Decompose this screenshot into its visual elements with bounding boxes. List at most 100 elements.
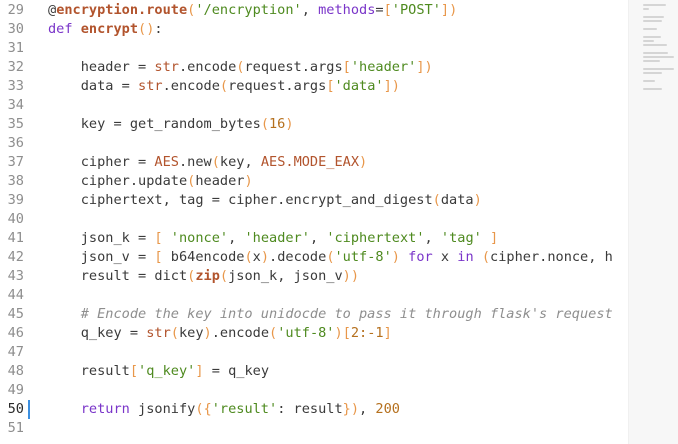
line-number: 40	[7, 211, 24, 227]
code-token: json_v	[48, 249, 139, 265]
code-line[interactable]: 41 json_k = [ 'nonce', 'header', 'cipher…	[0, 229, 628, 248]
code-text: # Encode the key into unidocde to pass i…	[48, 305, 613, 324]
code-line[interactable]: 35 key = get_random_bytes(16)	[0, 115, 628, 134]
code-token: AES	[154, 154, 179, 170]
code-line[interactable]: 39 ciphertext, tag = cipher.encrypt_and_…	[0, 191, 628, 210]
code-line[interactable]: 49	[0, 381, 628, 400]
code-token: b64encode	[170, 249, 245, 265]
code-line[interactable]: 34	[0, 96, 628, 115]
code-text: cipher.update(header)	[48, 172, 253, 191]
line-number: 42	[7, 249, 24, 265]
code-area[interactable]: 29 @encryption.route('/encryption', metho…	[0, 0, 628, 444]
code-token: )	[391, 78, 400, 94]
code-text: return jsonify({'result': result}), 200	[48, 400, 400, 419]
code-token: 'q_key'	[138, 363, 196, 379]
code-token: ,	[424, 230, 441, 246]
code-token: dict	[154, 268, 188, 284]
code-token: .decode	[269, 249, 327, 265]
code-token: 2:-1	[350, 325, 384, 341]
line-number: 50	[7, 401, 24, 417]
code-token: (	[211, 154, 220, 170]
code-token: )	[391, 249, 400, 265]
code-token: =	[138, 268, 155, 284]
code-line[interactable]: 45 # Encode the key into unidocde to pas…	[0, 305, 628, 324]
code-line[interactable]: 48 result['q_key'] = q_key	[0, 362, 628, 381]
code-token: )	[449, 2, 458, 18]
code-token: json_k, json_v	[228, 268, 343, 284]
minimap[interactable]	[628, 0, 678, 444]
code-token: =	[129, 325, 147, 341]
code-text: header = str.encode(request.args['header…	[48, 58, 433, 77]
minimap-line	[643, 40, 654, 42]
code-token: [	[154, 230, 171, 246]
minimap-line	[643, 72, 662, 74]
code-line[interactable]: 30 def encrypt():	[0, 20, 628, 39]
code-token: (	[219, 268, 229, 284]
code-token: 'nonce'	[170, 230, 229, 246]
code-text: q_key = str(key).encode('utf-8')[2:-1]	[48, 324, 392, 343]
line-number: 46	[7, 325, 24, 341]
code-token: ]	[195, 363, 204, 379]
minimap-line	[643, 8, 649, 10]
code-line[interactable]: 42 json_v = [ b64encode(x).decode('utf-8…	[0, 248, 628, 267]
code-line[interactable]: 50 return jsonify({'result': result}), 2…	[0, 400, 628, 419]
code-token: )	[334, 325, 343, 341]
code-line[interactable]: 51	[0, 419, 628, 438]
code-line[interactable]: 43 result = dict(zip(json_k, json_v))	[0, 267, 628, 286]
code-token: ]	[440, 2, 450, 18]
code-token: str	[146, 325, 171, 341]
code-token: 'ciphertext'	[326, 230, 425, 246]
code-token: ]	[383, 78, 392, 94]
code-token: .new	[178, 154, 212, 170]
code-token: encrypt	[80, 21, 139, 37]
code-token: (	[326, 249, 335, 265]
code-token: cipher.nonce, h	[490, 249, 613, 265]
code-token: 'POST'	[391, 2, 441, 18]
cursor-line-marker	[28, 400, 30, 419]
code-token: [	[383, 2, 392, 18]
code-token: x	[252, 249, 261, 265]
code-token: (	[195, 401, 204, 417]
code-token: request.args	[228, 78, 327, 94]
code-token: )	[359, 154, 368, 170]
code-token: 'header'	[244, 230, 310, 246]
code-line[interactable]: 47	[0, 343, 628, 362]
code-line[interactable]: 46 q_key = str(key).encode('utf-8')[2:-1…	[0, 324, 628, 343]
code-line[interactable]: 38 cipher.update(header)	[0, 172, 628, 191]
code-line[interactable]: 36	[0, 134, 628, 153]
minimap-line	[643, 56, 674, 58]
code-text: @encryption.route('/encryption', methods…	[48, 1, 457, 20]
code-token: =	[138, 230, 155, 246]
code-token: get_random_bytes	[129, 116, 261, 132]
code-editor[interactable]: 29 @encryption.route('/encryption', metho…	[0, 0, 678, 444]
minimap-line	[643, 52, 668, 54]
code-token: )	[350, 401, 360, 417]
code-token: .encode	[178, 59, 237, 75]
code-token: )	[244, 173, 253, 189]
code-token: jsonify	[138, 401, 196, 417]
code-token: key	[48, 116, 114, 132]
code-token: )	[203, 325, 212, 341]
code-line[interactable]: 37 cipher = AES.new(key, AES.MODE_EAX)	[0, 153, 628, 172]
minimap-line	[643, 60, 660, 62]
line-number: 32	[7, 59, 24, 75]
code-line[interactable]: 40	[0, 210, 628, 229]
code-line[interactable]: 31	[0, 39, 628, 58]
line-number: 33	[7, 78, 24, 94]
line-number: 38	[7, 173, 24, 189]
code-token: [	[342, 59, 351, 75]
code-line[interactable]: 32 header = str.encode(request.args['hea…	[0, 58, 628, 77]
code-token: # Encode the key into unidocde to pass i…	[48, 306, 613, 322]
minimap-line	[643, 20, 662, 22]
code-token: methods	[318, 2, 376, 18]
code-line[interactable]: 44	[0, 286, 628, 305]
line-number: 45	[7, 306, 24, 322]
code-token: key	[178, 325, 204, 341]
code-line[interactable]: 33 data = str.encode(request.args['data'…	[0, 77, 628, 96]
code-token: }	[342, 401, 351, 417]
code-token: x	[440, 249, 458, 265]
code-token: header	[195, 173, 245, 189]
code-line[interactable]: 29 @encryption.route('/encryption', metho…	[0, 1, 628, 20]
code-text: ciphertext, tag = cipher.encrypt_and_dig…	[48, 191, 482, 210]
minimap-line	[643, 80, 655, 82]
